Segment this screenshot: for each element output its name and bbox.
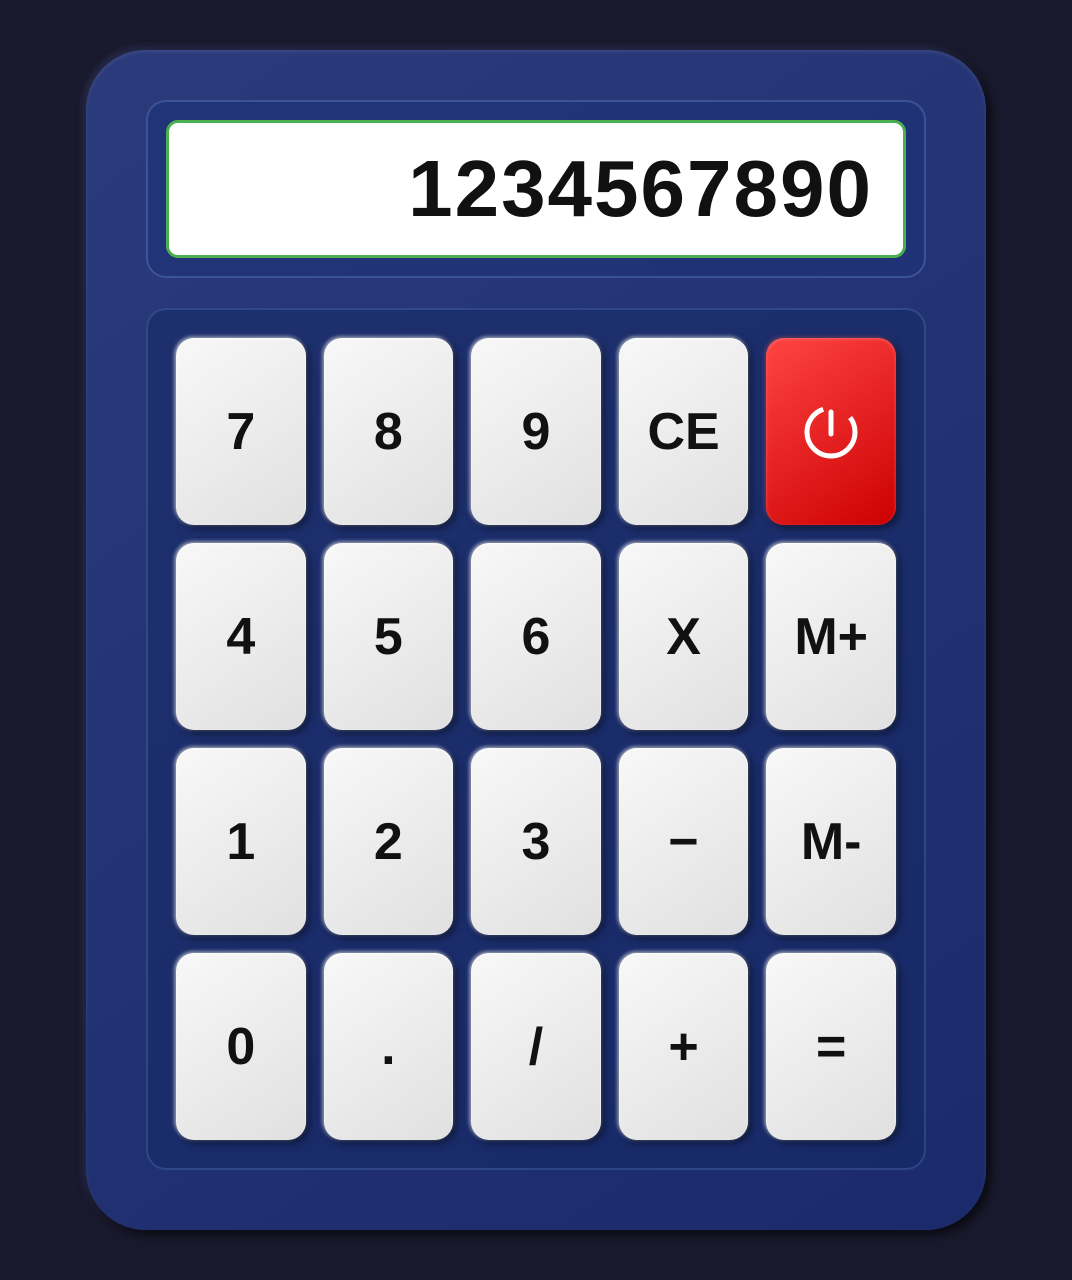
calculator: 1234567890 789CE 456XM+123−M-0./+= <box>86 50 986 1230</box>
key-row: 456XM+ <box>176 543 896 730</box>
key-9[interactable]: 9 <box>471 338 601 525</box>
key-4[interactable]: 4 <box>176 543 306 730</box>
display-value: 1234567890 <box>408 143 873 235</box>
key-7[interactable]: 7 <box>176 338 306 525</box>
display-wrapper: 1234567890 <box>146 100 926 278</box>
key-divide[interactable]: / <box>471 953 601 1140</box>
key-row: 0./+= <box>176 953 896 1140</box>
key-row: 789CE <box>176 338 896 525</box>
key-0[interactable]: 0 <box>176 953 306 1140</box>
key-multiply[interactable]: X <box>619 543 749 730</box>
key-6[interactable]: 6 <box>471 543 601 730</box>
key-equals[interactable]: = <box>766 953 896 1140</box>
keypad: 789CE 456XM+123−M-0./+= <box>146 308 926 1170</box>
key-plus[interactable]: + <box>619 953 749 1140</box>
key-ce[interactable]: CE <box>619 338 749 525</box>
key-power[interactable] <box>766 338 896 525</box>
key-minus[interactable]: − <box>619 748 749 935</box>
key-mplus[interactable]: M+ <box>766 543 896 730</box>
key-row: 123−M- <box>176 748 896 935</box>
key-dot[interactable]: . <box>324 953 454 1140</box>
display: 1234567890 <box>166 120 906 258</box>
key-mminus[interactable]: M- <box>766 748 896 935</box>
key-5[interactable]: 5 <box>324 543 454 730</box>
key-1[interactable]: 1 <box>176 748 306 935</box>
key-8[interactable]: 8 <box>324 338 454 525</box>
key-2[interactable]: 2 <box>324 748 454 935</box>
key-3[interactable]: 3 <box>471 748 601 935</box>
